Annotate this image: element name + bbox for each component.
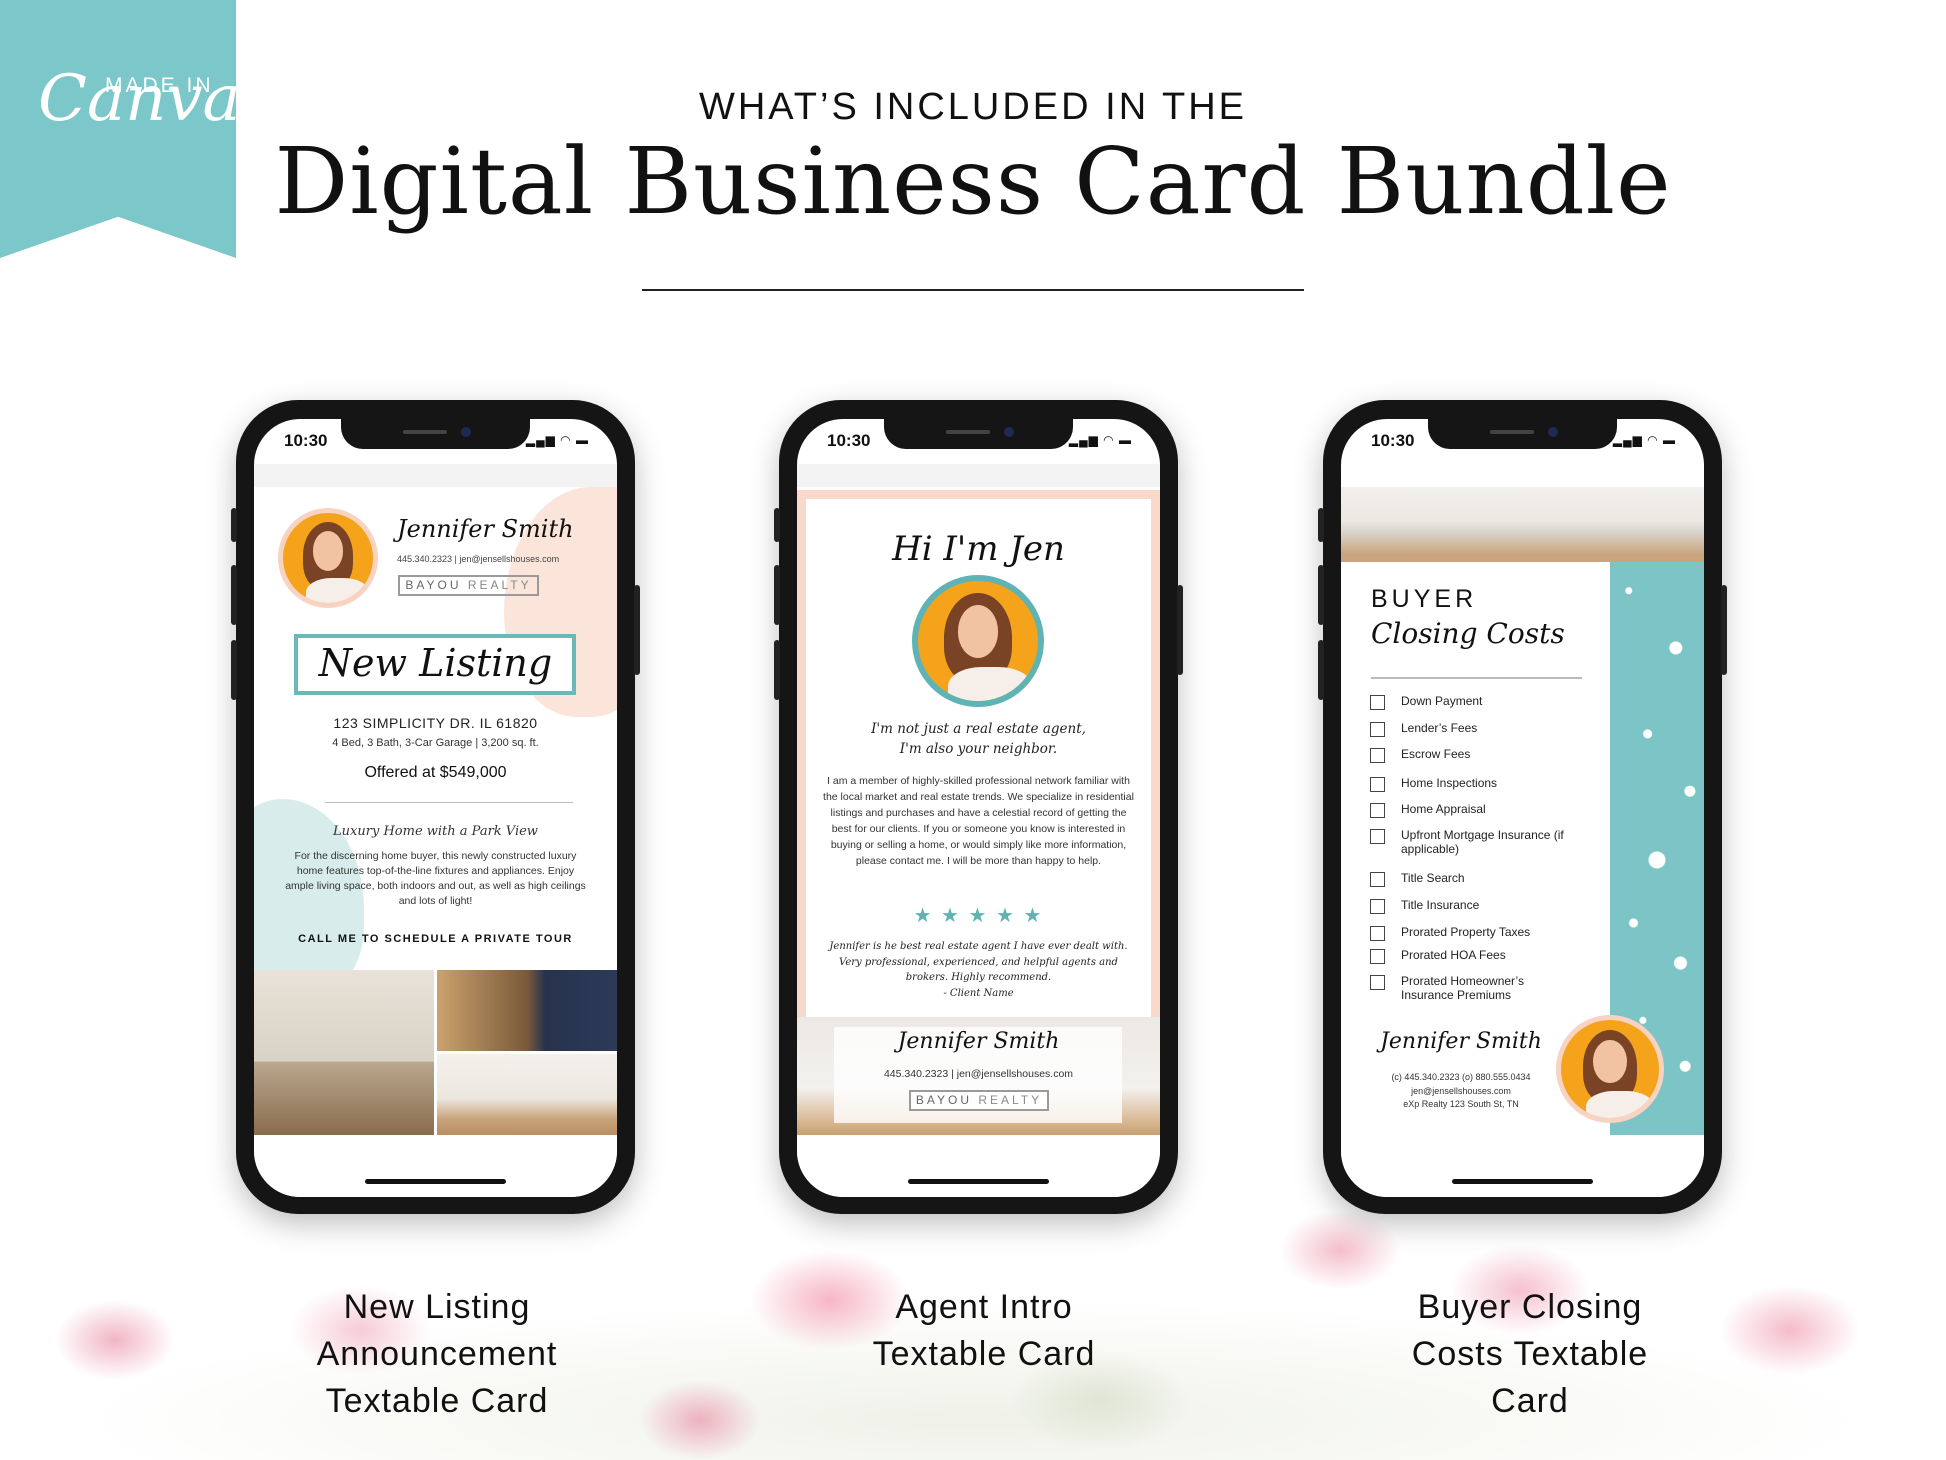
checklist-item-label: Escrow Fees <box>1401 747 1471 761</box>
phone-screen: Jennifer Smith 445.340.2323 | jen@jensel… <box>254 419 617 1197</box>
checklist-item-label: Prorated Property Taxes <box>1401 925 1531 939</box>
brokerage-logo: BAYOU REALTY <box>398 575 539 596</box>
checklist-item-label: Home Appraisal <box>1401 802 1486 816</box>
checklist-item-label: Lender’s Fees <box>1401 721 1478 735</box>
caption-buyer-closing-costs: Buyer Closing Costs Textable Card <box>1411 1288 1649 1420</box>
tagline: I'm not just a real estate agent, I'm als… <box>871 721 1086 757</box>
listing-specs: 4 Bed, 3 Bath, 3-Car Garage | 3,200 sq. … <box>332 737 539 749</box>
greeting-signature: Hi I'm Jen <box>892 529 1065 569</box>
checkbox[interactable] <box>1370 803 1385 818</box>
status-time: 10:30 <box>1371 431 1415 450</box>
caption-agent-intro: Agent Intro Textable Card <box>872 1288 1096 1373</box>
checkbox[interactable] <box>1370 748 1385 763</box>
cta-text: CALL ME TO SCHEDULE A PRIVATE TOUR <box>298 933 573 945</box>
agent-name-signature: Jennifer Smith <box>397 515 574 543</box>
checkbox[interactable] <box>1370 695 1385 710</box>
phone-screen: BUYER Closing Costs Down Payment Lender’s… <box>1341 419 1704 1197</box>
checklist-item-label: Prorated HOA Fees <box>1401 948 1506 962</box>
header-photo-sofa <box>1341 487 1704 562</box>
checkbox[interactable] <box>1370 872 1385 887</box>
agent-bio: I am a member of highly-skilled professi… <box>823 775 1134 867</box>
phone-mockup-buyer-closing-costs: BUYER Closing Costs Down Payment Lender’s… <box>1318 400 1727 1214</box>
divider <box>325 802 573 803</box>
signal-wifi-battery-icon: ▂▄▆ ◠ ▬ <box>1612 433 1676 447</box>
header-subtitle: WHAT’S INCLUDED IN THE <box>698 86 1248 128</box>
home-indicator <box>1452 1179 1593 1184</box>
new-listing-banner: New Listing <box>318 641 553 685</box>
agent-contact-details: (c) 445.340.2323 (o) 880.555.0434 jen@jen… <box>1391 1072 1531 1109</box>
checkbox[interactable] <box>1370 975 1385 990</box>
home-indicator <box>908 1179 1049 1184</box>
listing-headline: Luxury Home with a Park View <box>333 824 538 839</box>
checklist-item-label: Title Insurance <box>1401 898 1480 912</box>
checklist-item-label: Prorated Homeowner’s Insurance Premiums <box>1401 974 1524 1002</box>
five-star-rating-icon: ★ ★ ★ ★ ★ <box>913 905 1044 927</box>
agent-avatar <box>912 575 1044 707</box>
checkbox[interactable] <box>1370 899 1385 914</box>
checklist-item-label: Title Search <box>1401 871 1465 885</box>
status-time: 10:30 <box>827 431 871 450</box>
caption-new-listing: New Listing Announcement Textable Card <box>316 1288 558 1420</box>
agent-name-signature: Jennifer Smith <box>897 1029 1060 1054</box>
phone-mockup-agent-intro: Hi I'm Jen I'm not just a real estate ag… <box>774 400 1183 1214</box>
checklist-item-label: Down Payment <box>1401 694 1483 708</box>
testimonial: Jennifer is he best real estate agent I … <box>829 941 1128 999</box>
home-indicator <box>365 1179 506 1184</box>
checkbox[interactable] <box>1370 829 1385 844</box>
agent-name-signature: Jennifer Smith <box>1380 1029 1542 1054</box>
page-title: Digital Business Card Bundle <box>274 128 1672 235</box>
title-divider <box>642 289 1304 291</box>
listing-photo-interior <box>254 970 434 1135</box>
listing-photo-living-room <box>437 1054 617 1135</box>
signal-wifi-battery-icon: ▂▄▆ ◠ ▬ <box>1068 433 1132 447</box>
checklist-item-label: Home Inspections <box>1401 776 1498 790</box>
listing-price: Offered at $549,000 <box>364 764 507 781</box>
checkbox[interactable] <box>1370 722 1385 737</box>
checklist-item-label: Upfront Mortgage Insurance (if applicabl… <box>1401 828 1564 856</box>
checkbox[interactable] <box>1370 949 1385 964</box>
listing-photo-bedroom <box>437 970 617 1051</box>
title-closing-costs: Closing Costs <box>1371 617 1565 650</box>
agent-contact: 445.340.2323 | jen@jensellshouses.com <box>397 554 560 564</box>
brokerage-logo: BAYOU REALTY <box>909 1090 1049 1111</box>
divider <box>1371 677 1582 679</box>
agent-avatar <box>278 508 378 608</box>
status-time: 10:30 <box>284 431 328 450</box>
listing-address: 123 SIMPLICITY DR. IL 61820 <box>333 715 538 731</box>
agent-contact: 445.340.2323 | jen@jensellshouses.com <box>883 1068 1074 1080</box>
checkbox[interactable] <box>1370 777 1385 792</box>
phone-mockup-new-listing: Jennifer Smith 445.340.2323 | jen@jensel… <box>231 400 640 1214</box>
checkbox[interactable] <box>1370 926 1385 941</box>
signal-wifi-battery-icon: ▂▄▆ ◠ ▬ <box>525 433 589 447</box>
phone-screen: Hi I'm Jen I'm not just a real estate ag… <box>797 419 1160 1197</box>
listing-description: For the discerning home buyer, this newl… <box>285 850 586 907</box>
canva-logo: Canva <box>38 62 241 136</box>
agent-avatar <box>1556 1015 1664 1123</box>
title-buyer: BUYER <box>1371 585 1478 613</box>
